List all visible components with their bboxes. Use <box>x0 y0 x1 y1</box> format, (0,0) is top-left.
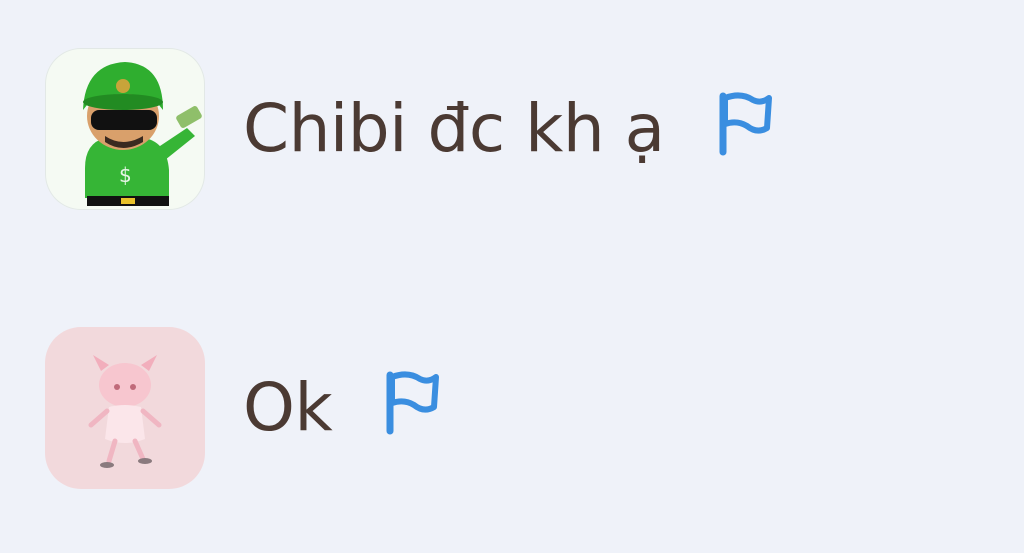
avatar-image: $ <box>83 62 202 206</box>
pink-chibi-avatar[interactable] <box>45 327 205 489</box>
avatar-image <box>88 355 162 468</box>
message-list: $ Chibi đc kh ạ Ok <box>0 0 1024 553</box>
message-text: Chibi đc kh ạ <box>243 90 665 167</box>
flag-icon[interactable] <box>713 90 773 156</box>
svg-text:$: $ <box>119 163 132 187</box>
green-chibi-avatar[interactable]: $ <box>45 48 205 210</box>
message-row: $ Chibi đc kh ạ <box>45 48 773 210</box>
message-text: Ok <box>243 369 333 446</box>
flag-icon[interactable] <box>380 369 440 435</box>
message-row: Ok <box>45 327 440 489</box>
